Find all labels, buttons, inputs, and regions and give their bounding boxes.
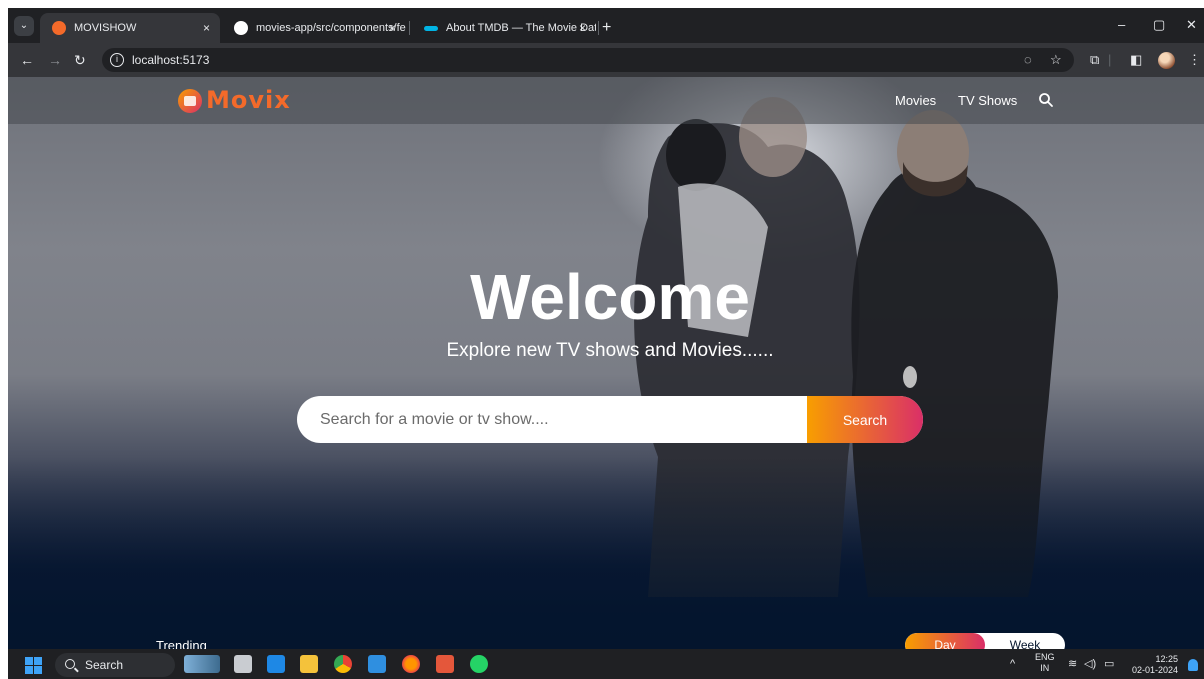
tab-separator xyxy=(598,21,599,35)
close-window-icon[interactable]: ✕ xyxy=(1186,13,1197,37)
tab-close-icon[interactable]: × xyxy=(579,13,586,43)
notification-bell-icon[interactable] xyxy=(1188,659,1198,671)
volume-icon[interactable]: ◁) xyxy=(1084,649,1096,679)
tab-strip: ⌄ MOVISHOW × movies-app/src/components/f… xyxy=(8,8,1204,43)
browser-toolbar: ← → ↻ i localhost:5173 ◌ ☆ ⧉ | ◧ ⋮ xyxy=(8,43,1204,77)
tab-github[interactable]: movies-app/src/components/fe × xyxy=(222,13,406,43)
windows-taskbar: Search ^ ENG IN ≋ ◁) ▭ 12:25 02-01-2024 xyxy=(8,649,1204,679)
switch-day[interactable]: Day xyxy=(905,633,985,649)
whatsapp-icon[interactable] xyxy=(470,655,488,673)
nav-tv-shows[interactable]: TV Shows xyxy=(958,77,1017,124)
browser-menu-icon[interactable]: ⋮ xyxy=(1188,43,1201,77)
new-tab-button[interactable]: + xyxy=(602,13,611,43)
microsoft-store-icon[interactable] xyxy=(267,655,285,673)
tab-separator xyxy=(409,21,410,35)
switch-week[interactable]: Week xyxy=(985,633,1065,649)
bookmark-star-icon[interactable]: ☆ xyxy=(1050,48,1062,72)
toolbar-divider: | xyxy=(1108,52,1112,67)
restore-icon[interactable]: ▢ xyxy=(1153,13,1165,37)
profile-avatar[interactable] xyxy=(1158,52,1175,69)
hero-subtitle: Explore new TV shows and Movies...... xyxy=(446,340,774,361)
reload-icon[interactable]: ↻ xyxy=(74,43,86,77)
file-explorer-icon[interactable] xyxy=(300,655,318,673)
system-clock[interactable]: 12:25 02-01-2024 xyxy=(1130,654,1178,676)
address-bar[interactable]: i localhost:5173 ◌ ☆ xyxy=(102,48,1074,72)
tab-title: movies-app/src/components/fe xyxy=(256,22,406,34)
tab-search-button[interactable]: ⌄ xyxy=(14,16,34,36)
taskbar-search[interactable]: Search xyxy=(55,653,175,677)
browser-window: ⌄ MOVISHOW × movies-app/src/components/f… xyxy=(8,8,1204,679)
side-panel-icon[interactable]: ◧ xyxy=(1130,43,1142,77)
search-input[interactable] xyxy=(297,396,807,443)
forward-arrow-icon[interactable]: → xyxy=(48,43,62,77)
wifi-icon[interactable]: ≋ xyxy=(1068,649,1077,679)
lang-region: IN xyxy=(1040,663,1050,673)
vscode-icon[interactable] xyxy=(368,655,386,673)
extensions-icon[interactable]: ⧉ xyxy=(1090,43,1099,77)
battery-icon[interactable]: ▭ xyxy=(1104,649,1114,679)
windows-start-icon[interactable] xyxy=(25,657,42,674)
github-icon xyxy=(234,21,248,35)
logo-text: Movix xyxy=(206,86,291,114)
lang-code: ENG xyxy=(1035,652,1055,662)
xampp-icon[interactable] xyxy=(436,655,454,673)
hero-backdrop-image xyxy=(8,77,1204,649)
tab-title: MOVISHOW xyxy=(74,22,137,34)
tray-chevron-icon[interactable]: ^ xyxy=(1010,649,1015,679)
chrome-icon[interactable] xyxy=(334,655,352,673)
trending-heading: Trending xyxy=(156,638,207,649)
day-week-switch: Day Week xyxy=(905,633,1065,649)
tab-title: About TMDB — The Movie Dat xyxy=(446,22,596,34)
site-info-icon[interactable]: i xyxy=(110,53,124,67)
nav-movies[interactable]: Movies xyxy=(895,77,936,124)
search-button[interactable]: Search xyxy=(807,396,923,443)
tab-tmdb[interactable]: About TMDB — The Movie Dat × xyxy=(412,13,596,43)
clock-time: 12:25 xyxy=(1155,654,1178,664)
site-header: Movix Movies TV Shows xyxy=(8,77,1204,124)
hero-title: Welcome xyxy=(470,261,750,333)
language-indicator[interactable]: ENG IN xyxy=(1035,652,1055,674)
tab-close-icon[interactable]: × xyxy=(203,13,210,43)
taskbar-search-label: Search xyxy=(85,658,124,672)
minimize-icon[interactable]: – xyxy=(1118,13,1125,37)
movix-logo-icon xyxy=(178,89,202,113)
address-url: localhost:5173 xyxy=(132,53,210,67)
search-icon xyxy=(65,659,75,669)
page-viewport: Movix Movies TV Shows Welcome Explore ne… xyxy=(8,77,1204,649)
clock-date: 02-01-2024 xyxy=(1131,665,1178,675)
eye-off-icon[interactable]: ◌ xyxy=(1024,48,1032,72)
tmdb-icon xyxy=(424,26,438,31)
firefox-icon[interactable] xyxy=(402,655,420,673)
widgets-icon[interactable] xyxy=(184,655,220,673)
tab-close-icon[interactable]: × xyxy=(389,13,396,43)
search-icon[interactable] xyxy=(1038,92,1054,108)
hero-search-bar: Search xyxy=(297,396,923,443)
movix-favicon-icon xyxy=(52,21,66,35)
back-arrow-icon[interactable]: ← xyxy=(20,43,34,77)
task-view-icon[interactable] xyxy=(234,655,252,673)
tab-movishow[interactable]: MOVISHOW × xyxy=(40,13,220,43)
